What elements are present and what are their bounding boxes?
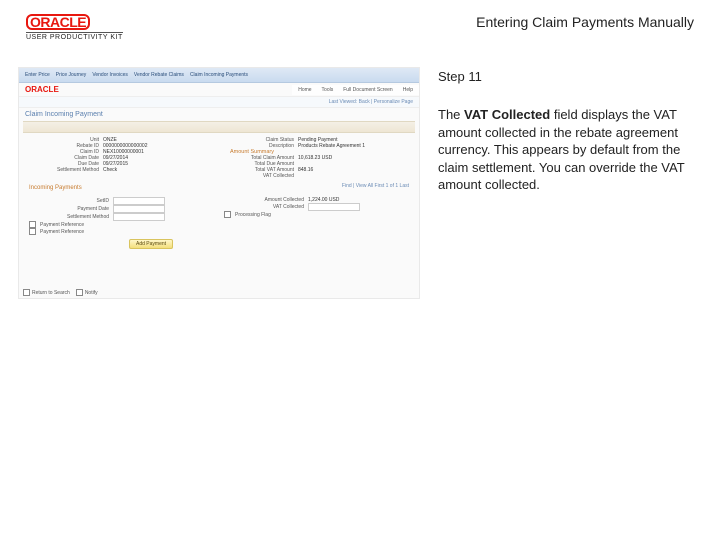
narrative-bold: VAT Collected	[464, 107, 550, 122]
ss-crumb: Enter Price	[25, 72, 50, 78]
ss-fields: UnitONZE Rebate ID0000000000000002 Claim…	[19, 133, 419, 183]
ss-input[interactable]	[113, 197, 165, 205]
logo-block: ORACLE USER PRODUCTIVITY KIT	[26, 14, 123, 41]
ss-menu-item: Tools	[322, 87, 334, 93]
ss-row-label: SetID	[29, 198, 109, 204]
ss-row-label: Payment Reference	[40, 222, 84, 228]
ss-checkbox	[23, 289, 30, 296]
ss-menu-item: Full Document Screen	[343, 87, 392, 93]
ss-field-label: Settlement Method	[29, 167, 99, 173]
ss-footer-tabs: Return to Search Notify	[23, 289, 98, 296]
step-label: Step 11	[438, 69, 702, 84]
body-row: Enter Price Price Journey Vendor Invoice…	[0, 47, 720, 299]
ss-field-label: VAT Collected	[224, 173, 294, 179]
ss-row-label: Processing Flag	[235, 212, 271, 218]
ss-checkbox[interactable]	[29, 221, 36, 228]
ss-checkbox[interactable]	[29, 228, 36, 235]
ss-section-title: Claim Incoming Payment	[19, 108, 419, 121]
ss-oracle-logo: ORACLE	[19, 83, 65, 96]
ss-breadcrumb: Last Viewed: Back | Personalize Page	[19, 97, 419, 108]
narrative-prefix: The	[438, 107, 464, 122]
ss-crumb: Price Journey	[56, 72, 87, 78]
ss-crumb: Claim Incoming Payments	[190, 72, 248, 78]
ss-row-label: VAT Collected	[224, 204, 304, 210]
ss-crumb: Vendor Rebate Claims	[134, 72, 184, 78]
ss-field-value: Products Rebate Agreement 1	[298, 143, 365, 149]
ss-input[interactable]	[113, 213, 165, 221]
narrative: Step 11 The VAT Collected field displays…	[438, 67, 702, 299]
page: ORACLE USER PRODUCTIVITY KIT Entering Cl…	[0, 0, 720, 540]
ss-footer-tab: Return to Search	[32, 290, 70, 296]
oracle-wordmark: ORACLE	[26, 14, 90, 30]
ss-menu-item: Help	[403, 87, 413, 93]
ss-row-label: Payment Date	[29, 206, 109, 212]
ss-input[interactable]	[113, 205, 165, 213]
ss-bluebar: Enter Price Price Journey Vendor Invoice…	[19, 68, 419, 83]
doc-title: Entering Claim Payments Manually	[476, 14, 694, 30]
ss-footer-tab: Notify	[85, 290, 98, 296]
ss-field-value: 848.16	[298, 167, 313, 173]
ss-row-label: Payment Reference	[40, 229, 84, 235]
ss-checkbox	[76, 289, 83, 296]
ss-menu-item: Home	[298, 87, 311, 93]
ss-row-label: Settlement Method	[29, 214, 109, 220]
ss-field-value: 10,618.23 USD	[298, 155, 332, 161]
subbrand-label: USER PRODUCTIVITY KIT	[26, 32, 123, 41]
ss-incoming-meta: Find | View All First 1 of 1 Last	[342, 183, 409, 193]
ss-checkbox[interactable]	[224, 211, 231, 218]
ss-topmenu: Home Tools Full Document Screen Help	[292, 85, 419, 95]
ss-lower: SetID Payment Date09/28/2015 Settlement …	[19, 193, 419, 253]
ss-incoming-header: Incoming Payments	[29, 183, 82, 193]
ss-row-label: Amount Collected	[224, 197, 304, 203]
ss-crumb: Vendor Invoices	[92, 72, 128, 78]
oracle-logo: ORACLE	[26, 14, 90, 30]
header: ORACLE USER PRODUCTIVITY KIT Entering Cl…	[0, 0, 720, 47]
ss-add-payment-button[interactable]: Add Payment	[129, 239, 173, 249]
embedded-screenshot: Enter Price Price Journey Vendor Invoice…	[18, 67, 420, 299]
ss-vat-collected-input[interactable]	[308, 203, 360, 211]
narrative-body: The VAT Collected field displays the VAT…	[438, 106, 702, 194]
ss-tabbar	[23, 121, 415, 133]
ss-field-value: Check	[103, 167, 117, 173]
